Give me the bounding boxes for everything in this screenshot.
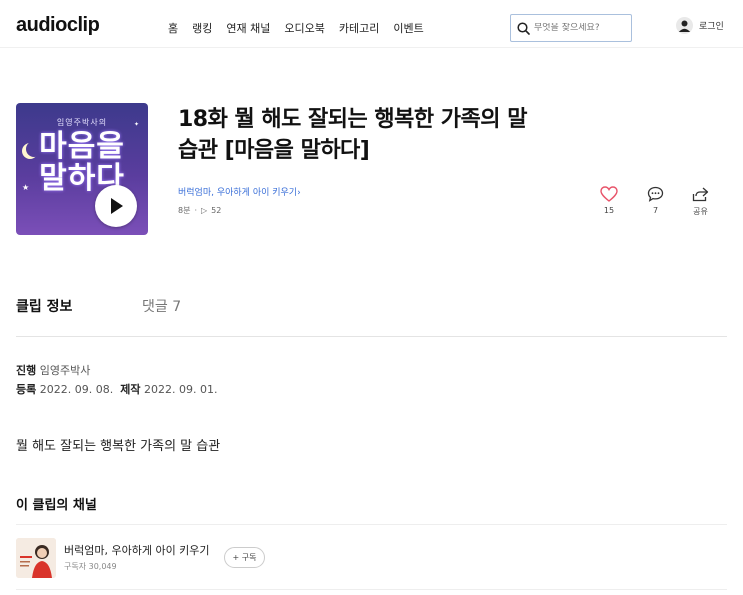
channel-link[interactable]: 버럭엄마, 우아하게 아이 키우기› [178,185,301,198]
channel-section-title: 이 클립의 채널 [16,498,97,513]
search-box[interactable] [510,14,632,42]
star-icon: ✦ [134,121,140,128]
like-button[interactable]: 15 [600,186,618,215]
episode-meta: 8분 · ▷ 52 [178,205,221,216]
like-count: 15 [603,206,615,215]
nav-category[interactable]: 카테고리 [339,20,379,36]
episode-title: 18화 뭘 해도 잘되는 행복한 가족의 말 습관 [마음을 말하다] [178,107,527,163]
heart-icon [600,186,618,202]
audioclip-logo[interactable]: audioclip [16,14,100,37]
channel-name[interactable]: 버럭엄마, 우아하게 아이 키우기 [64,542,210,558]
dot-separator: · [194,206,197,215]
share-icon [692,187,709,202]
produced-date: 2022. 09. 01. [143,383,218,396]
share-label: 공유 [693,207,708,216]
cover-title: 마음을 말하다 [39,129,125,196]
comment-count: 7 [652,206,659,215]
subscribe-button[interactable]: + 구독 [224,547,265,568]
host-row: 진행 임영주박사 [16,364,91,377]
login-label: 로그인 [699,22,724,32]
nav-audiobook[interactable]: 오디오북 [284,20,324,36]
tab-comments[interactable]: 댓글 7 [142,296,181,316]
nav-home[interactable]: 홈 [168,20,178,36]
top-header: audioclip 홈 랭킹 연재 채널 오디오북 카테고리 이벤트 로그인 [0,0,743,48]
play-count-icon: ▷ [201,206,208,215]
registered-date: 2022. 09. 08. [39,383,114,396]
play-button[interactable] [95,185,137,227]
host-name: 임영주박사 [39,364,91,377]
channel-thumbnail[interactable] [16,538,56,578]
login-button[interactable]: 로그인 [676,17,724,34]
channel-subscribers: 구독자 30,049 [64,562,117,571]
main-nav: 홈 랭킹 연재 채널 오디오북 카테고리 이벤트 [168,20,424,36]
comment-icon [647,186,664,202]
search-icon [517,21,530,35]
comment-button[interactable]: 7 [647,186,664,215]
share-button[interactable]: 공유 [692,186,709,217]
duration: 8분 [178,206,191,215]
channel-avatar-image [16,538,56,578]
divider [16,589,727,590]
nav-ranking[interactable]: 랭킹 [192,20,212,36]
star-icon: ★ [22,183,30,192]
episode-cover: 임영주박사의 마음을 말하다 ★ ✦ [16,103,148,235]
nav-event[interactable]: 이벤트 [393,20,423,36]
clip-description: 뭘 해도 잘되는 행복한 가족의 말 습관 [16,439,221,454]
play-count: 52 [211,206,222,215]
date-row: 등록 2022. 09. 08. 제작 2022. 09. 01. [16,383,218,396]
play-icon [111,198,123,214]
tab-clip-info[interactable]: 클립 정보 [16,296,72,316]
divider [16,524,727,525]
cover-subtitle: 임영주박사의 [56,118,108,127]
search-input[interactable] [534,23,624,33]
content-tabs: 클립 정보 댓글 7 [16,296,727,337]
nav-series-channels[interactable]: 연재 채널 [226,20,270,36]
chevron-right-icon: › [297,188,301,198]
user-icon [676,17,693,34]
